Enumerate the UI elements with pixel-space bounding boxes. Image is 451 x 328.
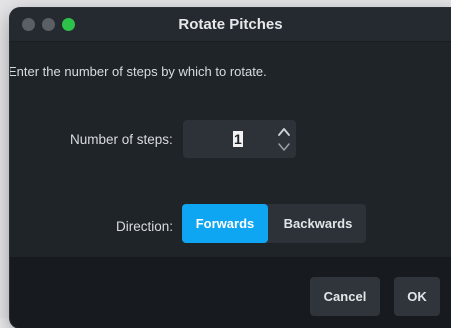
direction-label: Direction: [116,219,174,234]
chevron-up-icon[interactable] [277,126,291,138]
instructions-text: Enter the number of steps by which to ro… [10,64,267,79]
window-title: Rotate Pitches [178,16,283,33]
number-of-steps-value[interactable]: 1 [233,131,243,147]
title-bar: Rotate Pitches [10,8,451,42]
cancel-button[interactable]: Cancel [310,277,380,316]
dialog-footer: Cancel OK [10,257,451,328]
rotate-pitches-dialog: Rotate Pitches Enter the number of steps… [10,8,451,328]
ok-button[interactable]: OK [394,277,440,316]
direction-segmented-control: Forwards Backwards [182,204,366,243]
chevron-down-icon[interactable] [277,141,291,153]
number-of-steps-spinbox[interactable]: 1 [183,120,296,158]
number-of-steps-label: Number of steps: [70,132,173,147]
direction-forwards-button[interactable]: Forwards [182,204,268,243]
number-of-steps-text[interactable]: 1 [233,131,243,147]
direction-backwards-button[interactable]: Backwards [270,204,366,243]
